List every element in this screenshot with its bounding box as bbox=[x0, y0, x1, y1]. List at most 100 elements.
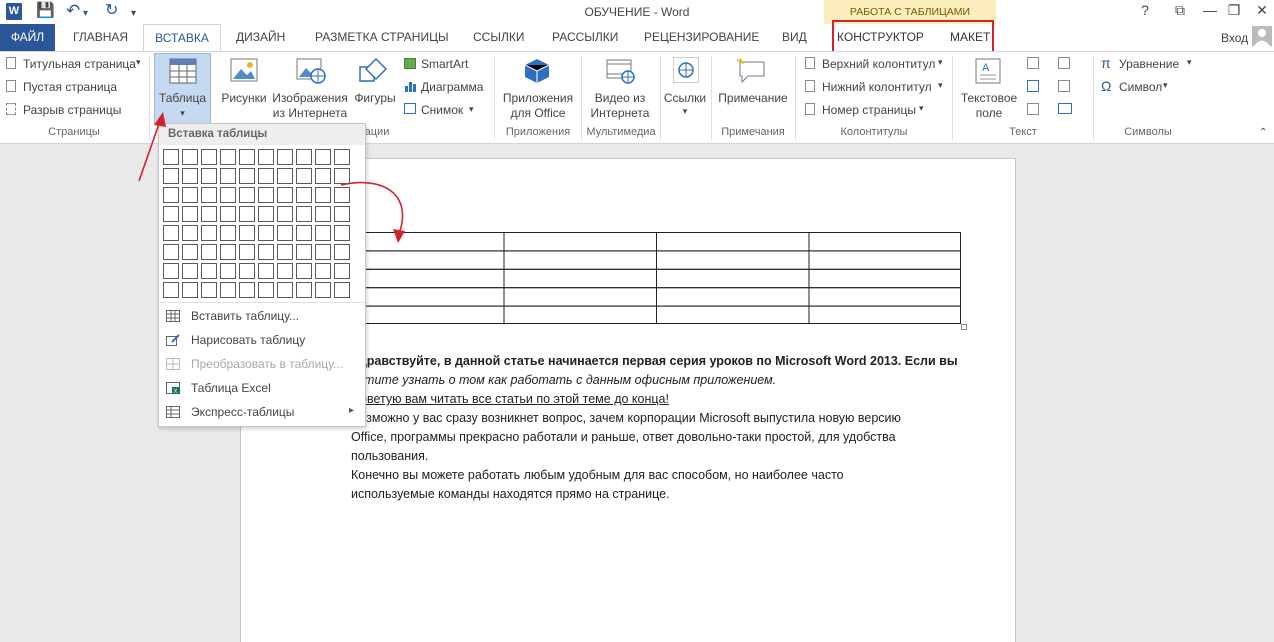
grid-cell[interactable] bbox=[334, 225, 350, 241]
tab-insert[interactable]: ВСТАВКА bbox=[143, 24, 221, 52]
grid-cell[interactable] bbox=[277, 206, 293, 222]
grid-cell[interactable] bbox=[258, 187, 274, 203]
grid-cell[interactable] bbox=[315, 168, 331, 184]
grid-cell[interactable] bbox=[220, 168, 236, 184]
collapse-ribbon-icon[interactable]: ⌃ bbox=[1259, 126, 1267, 140]
grid-cell[interactable] bbox=[201, 149, 217, 165]
table-cell[interactable] bbox=[503, 232, 657, 252]
table-size-grid[interactable] bbox=[163, 149, 353, 301]
menu-insert-table[interactable]: Вставить таблицу... bbox=[159, 304, 365, 328]
comment-button[interactable]: Примечание bbox=[713, 91, 793, 106]
smartart-button[interactable]: SmartArt bbox=[421, 57, 468, 71]
grid-cell[interactable] bbox=[163, 263, 179, 279]
grid-cell[interactable] bbox=[296, 149, 312, 165]
table-cell[interactable] bbox=[656, 268, 810, 289]
grid-cell[interactable] bbox=[239, 263, 255, 279]
grid-cell[interactable] bbox=[163, 282, 179, 298]
online-pictures-line2[interactable]: из Интернета bbox=[270, 106, 350, 121]
table-cell[interactable] bbox=[656, 287, 810, 307]
grid-cell[interactable] bbox=[315, 206, 331, 222]
grid-cell[interactable] bbox=[296, 282, 312, 298]
tab-references[interactable]: ССЫЛКИ bbox=[466, 24, 531, 52]
grid-cell[interactable] bbox=[334, 244, 350, 260]
grid-cell[interactable] bbox=[334, 168, 350, 184]
drop-cap-icon[interactable] bbox=[1027, 103, 1039, 115]
tab-file[interactable]: ФАЙЛ bbox=[0, 24, 55, 52]
footer-button[interactable]: Нижний колонтитул bbox=[822, 80, 932, 94]
document-table[interactable] bbox=[351, 232, 961, 324]
grid-cell[interactable] bbox=[239, 168, 255, 184]
grid-cell[interactable] bbox=[334, 263, 350, 279]
grid-cell[interactable] bbox=[296, 168, 312, 184]
table-resize-handle[interactable] bbox=[961, 324, 967, 330]
grid-cell[interactable] bbox=[182, 263, 198, 279]
grid-cell[interactable] bbox=[334, 187, 350, 203]
grid-cell[interactable] bbox=[277, 282, 293, 298]
table-cell[interactable] bbox=[351, 305, 505, 324]
grid-cell[interactable] bbox=[239, 149, 255, 165]
minimize-icon[interactable]: — bbox=[1200, 2, 1220, 18]
grid-cell[interactable] bbox=[296, 263, 312, 279]
apps-line2[interactable]: для Office bbox=[498, 106, 578, 121]
grid-cell[interactable] bbox=[201, 225, 217, 241]
grid-cell[interactable] bbox=[258, 263, 274, 279]
grid-cell[interactable] bbox=[258, 149, 274, 165]
grid-cell[interactable] bbox=[239, 244, 255, 260]
grid-cell[interactable] bbox=[315, 149, 331, 165]
signature-line-icon[interactable] bbox=[1058, 57, 1070, 69]
table-cell[interactable] bbox=[808, 232, 961, 252]
table-cell[interactable] bbox=[503, 305, 657, 324]
grid-cell[interactable] bbox=[296, 225, 312, 241]
avatar[interactable] bbox=[1252, 26, 1272, 46]
page-number-button[interactable]: Номер страницы bbox=[822, 103, 916, 117]
grid-cell[interactable] bbox=[258, 282, 274, 298]
quick-parts-icon[interactable] bbox=[1027, 57, 1039, 69]
grid-cell[interactable] bbox=[201, 168, 217, 184]
online-video-line1[interactable]: Видео из bbox=[585, 91, 655, 106]
grid-cell[interactable] bbox=[182, 149, 198, 165]
grid-cell[interactable] bbox=[201, 263, 217, 279]
grid-cell[interactable] bbox=[296, 244, 312, 260]
table-cell[interactable] bbox=[656, 232, 810, 252]
menu-quick-tables[interactable]: Экспресс-таблицы bbox=[159, 400, 365, 424]
table-cell[interactable] bbox=[503, 250, 657, 270]
symbol-button[interactable]: Символ bbox=[1119, 80, 1162, 94]
page-break-button[interactable]: Разрыв страницы bbox=[23, 103, 121, 117]
grid-cell[interactable] bbox=[163, 206, 179, 222]
grid-cell[interactable] bbox=[201, 282, 217, 298]
menu-excel-table[interactable]: Таблица Excel bbox=[159, 376, 365, 400]
grid-cell[interactable] bbox=[201, 187, 217, 203]
grid-cell[interactable] bbox=[182, 206, 198, 222]
ribbon-display-icon[interactable]: ⧉ bbox=[1170, 2, 1190, 19]
tab-page-layout[interactable]: РАЗМЕТКА СТРАНИЦЫ bbox=[308, 24, 456, 52]
wordart-icon[interactable] bbox=[1027, 80, 1039, 92]
grid-cell[interactable] bbox=[220, 206, 236, 222]
shapes-button[interactable]: Фигуры bbox=[350, 91, 400, 106]
grid-cell[interactable] bbox=[239, 187, 255, 203]
grid-cell[interactable] bbox=[334, 282, 350, 298]
table-cell[interactable] bbox=[808, 305, 961, 324]
grid-cell[interactable] bbox=[201, 244, 217, 260]
screenshot-button[interactable]: Снимок bbox=[421, 103, 463, 117]
grid-cell[interactable] bbox=[277, 187, 293, 203]
grid-cell[interactable] bbox=[277, 149, 293, 165]
table-cell[interactable] bbox=[808, 287, 961, 307]
sign-in-link[interactable]: Вход bbox=[1221, 31, 1248, 45]
table-cell[interactable] bbox=[503, 287, 657, 307]
tab-design[interactable]: ДИЗАЙН bbox=[229, 24, 292, 52]
header-button[interactable]: Верхний колонтитул bbox=[822, 57, 935, 71]
table-cell[interactable] bbox=[808, 250, 961, 270]
online-pictures-line1[interactable]: Изображения bbox=[270, 91, 350, 106]
grid-cell[interactable] bbox=[277, 244, 293, 260]
tab-home[interactable]: ГЛАВНАЯ bbox=[66, 24, 135, 52]
close-icon[interactable]: ✕ bbox=[1252, 2, 1272, 19]
grid-cell[interactable] bbox=[163, 225, 179, 241]
grid-cell[interactable] bbox=[315, 187, 331, 203]
online-video-line2[interactable]: Интернета bbox=[585, 106, 655, 121]
grid-cell[interactable] bbox=[334, 206, 350, 222]
table-cell[interactable] bbox=[351, 232, 505, 252]
grid-cell[interactable] bbox=[182, 225, 198, 241]
grid-cell[interactable] bbox=[258, 225, 274, 241]
text-box-line2[interactable]: поле bbox=[954, 106, 1024, 121]
grid-cell[interactable] bbox=[163, 187, 179, 203]
